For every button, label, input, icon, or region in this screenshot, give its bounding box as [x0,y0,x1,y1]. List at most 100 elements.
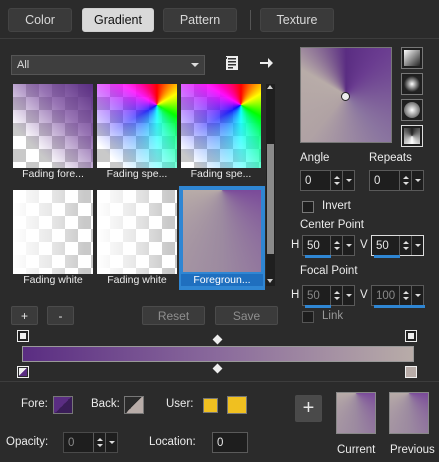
color-midpoint-icon[interactable] [212,363,223,374]
gallery-scrollbar[interactable] [266,84,275,286]
gradient-thumb-label: Fading white [107,274,167,286]
repeats-label: Repeats [369,152,412,164]
gradient-thumb-fading-spectrum-2[interactable]: Fading spe... [181,84,261,180]
angle-value: 0 [305,174,312,187]
linear-gradient-icon [404,50,420,66]
gradient-thumb-label: Fading spe... [190,168,252,180]
opacity-stop-right[interactable] [405,330,417,342]
center-point-label: Center Point [300,219,364,231]
gradient-thumb-fading-white-1[interactable]: Fading white [13,190,93,286]
opacity-value: 0 [68,436,75,449]
gradient-bar[interactable] [22,346,414,362]
sunburst-gradient-icon [404,102,420,118]
invert-checkbox[interactable] [302,201,314,213]
angle-field[interactable]: 0 [300,170,355,191]
center-v-field[interactable]: 50 [371,235,424,258]
focal-h-stepper[interactable] [330,286,342,305]
scrollbar-thumb[interactable] [267,144,274,254]
tab-pattern[interactable]: Pattern [163,8,237,32]
library-icon[interactable] [224,55,240,71]
focal-h-field[interactable]: 50 [302,285,355,308]
opacity-label: Opacity: [6,436,49,448]
chevron-down-icon[interactable] [411,286,423,305]
user-label: User: [166,398,194,410]
focal-v-label: V [360,289,368,301]
chevron-down-icon[interactable] [105,433,117,452]
gradient-thumb-label: Fading fore... [22,168,84,180]
linear-style-button[interactable] [401,47,423,69]
opacity-stepper[interactable] [93,433,105,452]
gradient-thumb-fading-spectrum-1[interactable]: Fading spe... [97,84,177,180]
user-color-swatch[interactable] [203,398,218,413]
center-v-stepper[interactable] [399,236,411,255]
fore-color-swatch[interactable] [53,396,73,414]
invert-label: Invert [322,200,351,212]
center-v-value: 50 [376,239,389,252]
gradient-large-preview[interactable] [300,47,392,143]
chevron-down-icon[interactable] [411,171,423,190]
opacity-stop-left[interactable] [17,330,29,342]
arrow-right-icon[interactable] [258,55,274,71]
focal-point-label: Focal Point [300,265,358,277]
current-preview [336,392,376,434]
link-label: Link [322,310,344,322]
focal-h-slider[interactable] [305,305,331,308]
current-label: Current [337,444,376,456]
gradient-overlay [13,84,93,168]
location-field[interactable]: 0 [212,432,248,453]
center-h-stepper[interactable] [330,236,342,255]
link-checkbox[interactable] [302,311,314,323]
back-color-swatch[interactable] [124,396,144,414]
location-label: Location: [149,436,196,448]
center-h-label: H [291,239,300,251]
chevron-down-icon[interactable] [342,171,354,190]
category-select[interactable]: All [11,55,205,75]
tab-color[interactable]: Color [8,8,72,32]
repeats-stepper[interactable] [399,171,411,190]
gradient-thumb-label: Foregroun... [181,274,263,286]
gradient-thumb-foreground-background[interactable]: Foregroun... [179,186,265,290]
scroll-up-icon[interactable] [267,85,273,89]
radial-style-button[interactable] [401,125,423,147]
add-swatch-button[interactable]: + [295,395,322,422]
angle-stepper[interactable] [330,171,342,190]
chevron-down-icon[interactable] [342,236,354,255]
focal-h-label: H [291,289,300,301]
tab-texture[interactable]: Texture [260,8,334,32]
center-h-field[interactable]: 50 [302,235,355,258]
remove-stop-button[interactable]: - [47,306,74,325]
center-v-slider[interactable] [374,255,400,258]
chevron-down-icon[interactable] [342,286,354,305]
user-color-swatch-large[interactable] [227,396,247,414]
save-button[interactable]: Save [215,306,278,325]
focal-v-stepper[interactable] [399,286,411,305]
center-h-slider[interactable] [305,255,331,258]
focal-v-value: 100 [376,289,396,302]
rectangular-style-button[interactable] [401,73,423,95]
opacity-field[interactable]: 0 [63,432,118,453]
tab-gradient[interactable]: Gradient [82,8,154,32]
focal-v-slider[interactable] [374,305,425,308]
gradient-center-handle-icon[interactable] [341,92,350,101]
chevron-down-icon[interactable] [411,236,423,255]
editor-separator [0,381,439,382]
add-stop-button[interactable]: + [11,306,38,325]
scroll-down-icon[interactable] [267,279,273,283]
repeats-value: 0 [374,174,381,187]
reset-button[interactable]: Reset [142,306,205,325]
gradient-thumb-fading-foreground[interactable]: Fading fore... [13,84,93,180]
previous-preview[interactable] [389,392,429,434]
tabs-separator [0,38,439,39]
focal-v-field[interactable]: 100 [371,285,425,308]
gradient-overlay [13,190,93,274]
color-stop-right[interactable] [405,366,417,378]
center-v-label: V [360,239,368,251]
gradient-thumb-label: Fading spe... [106,168,168,180]
opacity-midpoint-icon[interactable] [212,334,223,345]
repeats-field[interactable]: 0 [369,170,424,191]
gradient-overlay [97,84,177,168]
gradient-thumb-fading-white-2[interactable]: Fading white [97,190,177,286]
sunburst-style-button[interactable] [401,99,423,121]
color-stop-left[interactable] [17,366,29,378]
gradient-thumb-label: Fading white [23,274,83,286]
